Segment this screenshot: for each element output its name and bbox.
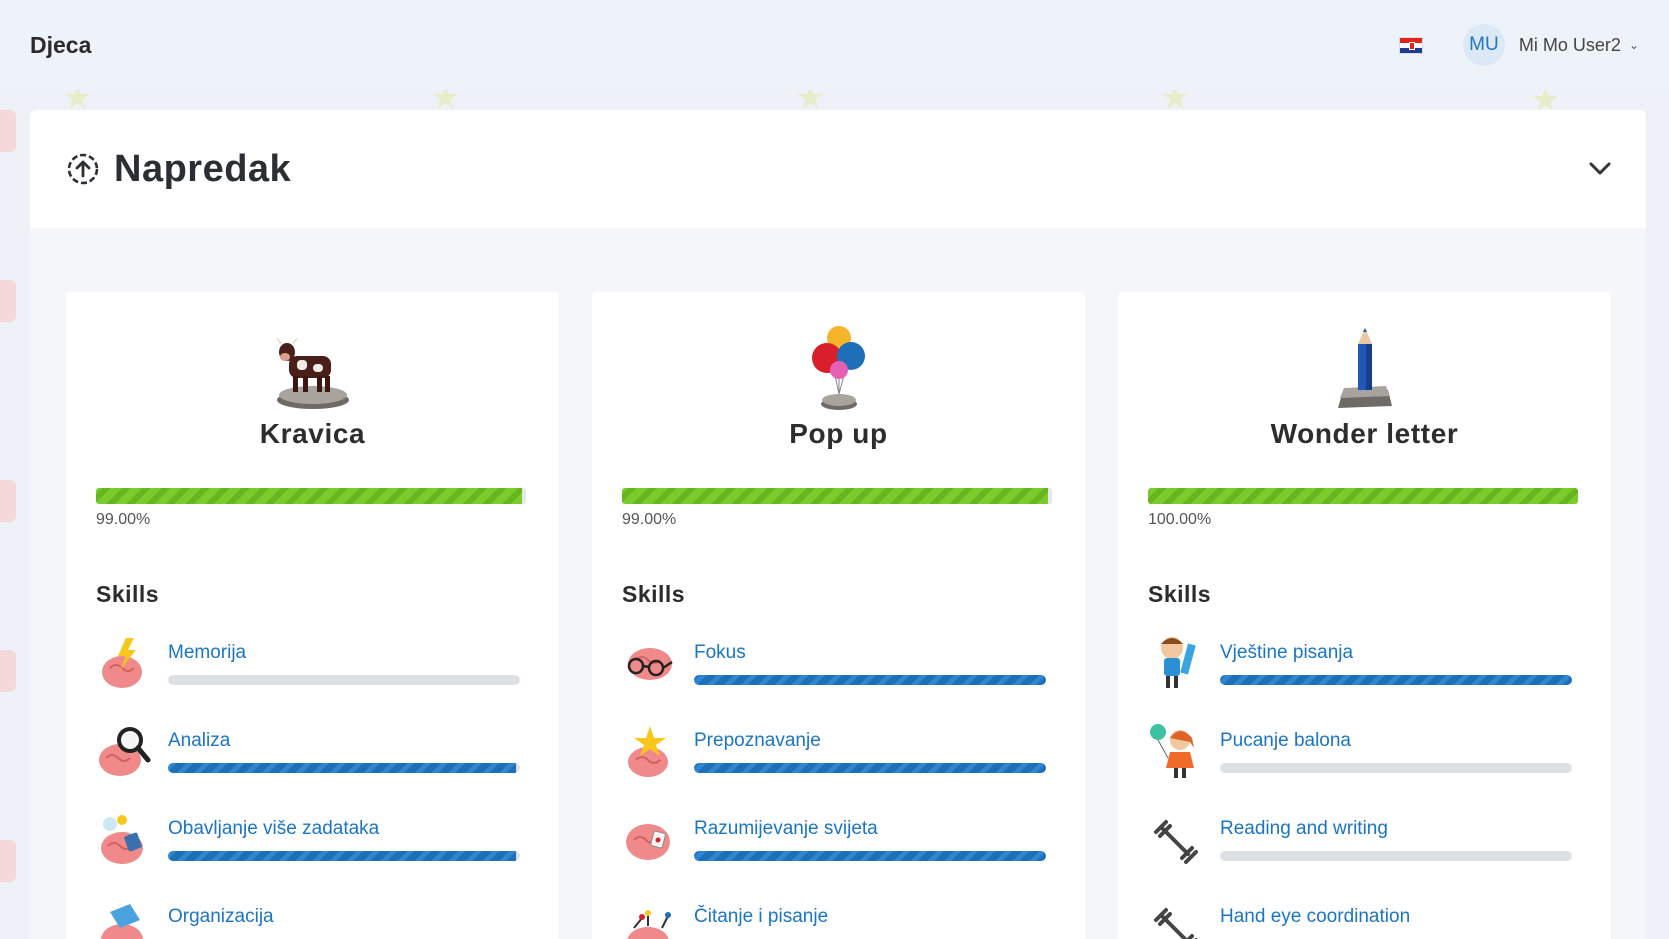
app-title: Djeca <box>30 31 92 58</box>
skill-item[interactable]: Pucanje balona <box>1148 722 1581 780</box>
game-name: Kravica <box>259 418 366 449</box>
avatar[interactable]: MU <box>1462 24 1505 66</box>
game-progress-label: 99.00% <box>622 511 677 528</box>
skill-label[interactable]: Vještine pisanja <box>1220 642 1581 664</box>
skill-label[interactable]: Obavljanje više zadataka <box>168 818 529 840</box>
skill-item[interactable]: Reading and writing <box>1148 810 1581 868</box>
user-menu-name[interactable]: Mi Mo User2 <box>1519 35 1621 56</box>
game-progress-label: 100.00% <box>1148 511 1212 528</box>
brain-organize-icon <box>101 904 143 939</box>
skill-item[interactable]: Fokus <box>622 634 1055 692</box>
brain-multitask-icon <box>101 815 143 864</box>
game-name: Wonder letter <box>1270 418 1459 449</box>
skill-progress-bar <box>1220 763 1572 773</box>
skill-item[interactable]: Organizacija <box>96 898 529 939</box>
skill-item[interactable]: Prepoznavanje <box>622 722 1055 780</box>
dumbbell-icon <box>1154 908 1198 939</box>
skill-progress-bar <box>694 763 1046 773</box>
girl-balloon-icon <box>1150 724 1194 778</box>
game-cards: Kravica 99.00% Skills Memorija Analiza O… <box>66 292 1611 939</box>
brain-lightning-icon <box>102 638 142 688</box>
game-progress-label: 99.00% <box>96 511 151 528</box>
skill-item[interactable]: Hand eye coordination <box>1148 898 1581 939</box>
game-progress-bar <box>96 488 526 504</box>
game-progress-bar <box>1148 488 1578 504</box>
chevron-down-icon[interactable]: ⌄ <box>1629 38 1639 52</box>
skill-label[interactable]: Hand eye coordination <box>1220 906 1581 928</box>
game-progress-fill <box>96 488 522 504</box>
skill-progress-bar <box>168 763 520 773</box>
brain-magnifier-icon <box>99 727 151 776</box>
skill-progress-fill <box>168 851 517 861</box>
chevron-down-icon[interactable] <box>1586 155 1614 183</box>
brain-pins-icon <box>627 910 671 939</box>
balloons-on-rock-icon <box>622 320 1055 412</box>
page-title: Napredak <box>114 147 292 190</box>
progress-panel: Napredak Kravica 99.00% Skills Memorija … <box>30 110 1646 939</box>
skills-heading: Skills <box>96 581 160 607</box>
skill-item[interactable]: Analiza <box>96 722 529 780</box>
skill-progress-bar <box>1220 851 1572 861</box>
skill-progress-bar <box>694 675 1046 685</box>
dumbbell-icon <box>1154 820 1198 864</box>
skill-progress-bar <box>168 675 520 685</box>
skill-item[interactable]: Memorija <box>96 634 529 692</box>
skill-item[interactable]: Razumijevanje svijeta <box>622 810 1055 868</box>
brain-card-icon <box>626 824 670 860</box>
boy-pencil-icon <box>1161 637 1196 688</box>
cow-on-rock-icon <box>96 320 529 412</box>
top-bar: Djeca MU Mi Mo User2 ⌄ <box>0 0 1669 90</box>
skill-progress-bar <box>168 851 520 861</box>
skill-progress-fill <box>694 763 1046 773</box>
skill-label[interactable]: Reading and writing <box>1220 818 1581 840</box>
pencil-on-rock-icon <box>1148 320 1581 412</box>
skills-heading: Skills <box>622 581 686 607</box>
progress-panel-header[interactable]: Napredak <box>30 110 1646 228</box>
game-progress-fill <box>1148 488 1578 504</box>
game-progress-bar <box>622 488 1052 504</box>
skill-item[interactable]: Vještine pisanja <box>1148 634 1581 692</box>
game-card: Kravica 99.00% Skills Memorija Analiza O… <box>66 292 559 939</box>
brain-star-icon <box>628 726 668 777</box>
skill-label[interactable]: Prepoznavanje <box>694 730 1055 752</box>
skill-progress-bar <box>694 851 1046 861</box>
brain-glasses-icon <box>627 648 673 680</box>
skill-progress-fill <box>168 763 517 773</box>
skill-label[interactable]: Razumijevanje svijeta <box>694 818 1055 840</box>
skill-progress-bar <box>1220 675 1572 685</box>
skill-label[interactable]: Analiza <box>168 730 529 752</box>
skill-label[interactable]: Čitanje i pisanje <box>694 906 1055 928</box>
skill-label[interactable]: Organizacija <box>168 906 529 928</box>
game-card: Wonder letter 100.00% Skills Vještine pi… <box>1118 292 1611 939</box>
skill-progress-fill <box>1220 675 1572 685</box>
skills-heading: Skills <box>1148 581 1212 607</box>
skill-item[interactable]: Čitanje i pisanje <box>622 898 1055 939</box>
skill-label[interactable]: Memorija <box>168 642 529 664</box>
game-name: Pop up <box>789 418 888 449</box>
skill-progress-fill <box>694 851 1046 861</box>
game-card: Pop up 99.00% Skills Fokus Prepoznavanje… <box>592 292 1085 939</box>
skill-label[interactable]: Pucanje balona <box>1220 730 1581 752</box>
skill-label[interactable]: Fokus <box>694 642 1055 664</box>
progress-up-circle-icon <box>67 153 99 185</box>
skill-item[interactable]: Obavljanje više zadataka <box>96 810 529 868</box>
croatia-flag-icon[interactable] <box>1398 36 1423 54</box>
skill-progress-fill <box>694 675 1046 685</box>
game-progress-fill <box>622 488 1048 504</box>
